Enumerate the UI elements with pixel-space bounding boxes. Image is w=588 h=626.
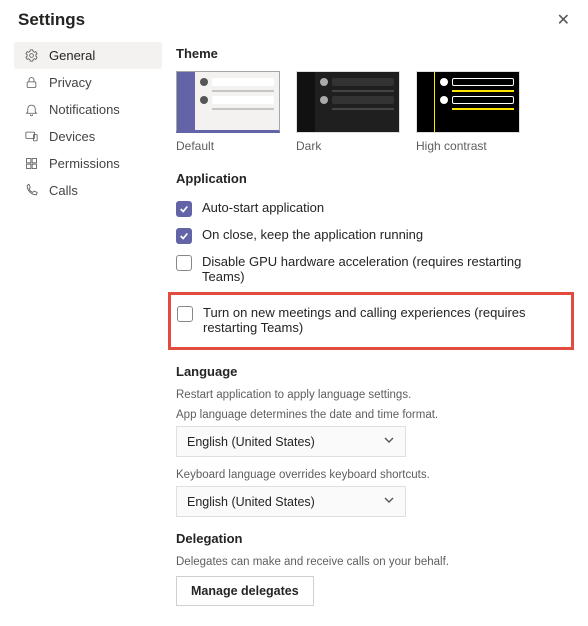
sidebar-item-general[interactable]: General	[14, 42, 162, 69]
settings-sidebar: General Privacy Notifications Devices Pe…	[0, 36, 170, 626]
checkbox-unchecked-icon	[177, 306, 193, 322]
theme-label: High contrast	[416, 139, 520, 153]
sidebar-item-notifications[interactable]: Notifications	[14, 96, 162, 123]
checkbox-row-disablegpu[interactable]: Disable GPU hardware acceleration (requi…	[176, 250, 564, 290]
checkbox-label: Turn on new meetings and calling experie…	[203, 305, 563, 335]
checkbox-checked-icon	[176, 228, 192, 244]
close-icon[interactable]: ✕	[557, 10, 570, 30]
keyboard-language-select[interactable]: English (United States)	[176, 486, 406, 517]
language-section-title: Language	[176, 364, 564, 379]
checkbox-checked-icon	[176, 201, 192, 217]
theme-label: Default	[176, 139, 280, 153]
delegation-section-title: Delegation	[176, 531, 564, 546]
sidebar-item-label: Privacy	[49, 75, 92, 90]
chevron-down-icon	[383, 434, 395, 449]
theme-option-dark[interactable]: Dark	[296, 71, 400, 153]
phone-icon	[24, 183, 39, 198]
theme-option-highcontrast[interactable]: High contrast	[416, 71, 520, 153]
language-restart-note: Restart application to apply language se…	[176, 389, 564, 401]
app-language-select[interactable]: English (United States)	[176, 426, 406, 457]
sidebar-item-privacy[interactable]: Privacy	[14, 69, 162, 96]
lock-icon	[24, 75, 39, 90]
application-section-title: Application	[176, 171, 564, 186]
sidebar-item-devices[interactable]: Devices	[14, 123, 162, 150]
theme-section-title: Theme	[176, 46, 564, 61]
sidebar-item-label: General	[49, 48, 95, 63]
sidebar-item-label: Devices	[49, 129, 95, 144]
gear-icon	[24, 48, 39, 63]
theme-preview-default	[176, 71, 280, 133]
keyboard-language-note: Keyboard language overrides keyboard sho…	[176, 469, 564, 481]
sidebar-item-permissions[interactable]: Permissions	[14, 150, 162, 177]
app-language-note: App language determines the date and tim…	[176, 409, 564, 421]
manage-delegates-button[interactable]: Manage delegates	[176, 576, 314, 606]
checkbox-unchecked-icon	[176, 255, 192, 271]
theme-label: Dark	[296, 139, 400, 153]
delegation-note: Delegates can make and receive calls on …	[176, 556, 564, 568]
checkbox-label: Auto-start application	[202, 200, 324, 215]
sidebar-item-label: Permissions	[49, 156, 120, 171]
checkbox-row-autostart[interactable]: Auto-start application	[176, 196, 564, 223]
theme-option-default[interactable]: Default	[176, 71, 280, 153]
select-value: English (United States)	[187, 435, 315, 449]
select-value: English (United States)	[187, 495, 315, 509]
page-title: Settings	[18, 10, 85, 30]
highlight-annotation: Turn on new meetings and calling experie…	[168, 292, 574, 350]
checkbox-row-onclose[interactable]: On close, keep the application running	[176, 223, 564, 250]
theme-preview-highcontrast	[416, 71, 520, 133]
sidebar-item-label: Calls	[49, 183, 78, 198]
permissions-icon	[24, 156, 39, 171]
sidebar-item-calls[interactable]: Calls	[14, 177, 162, 204]
devices-icon	[24, 129, 39, 144]
checkbox-label: Disable GPU hardware acceleration (requi…	[202, 254, 564, 284]
bell-icon	[24, 102, 39, 117]
checkbox-label: On close, keep the application running	[202, 227, 423, 242]
checkbox-row-newmeetings[interactable]: Turn on new meetings and calling experie…	[177, 301, 563, 341]
sidebar-item-label: Notifications	[49, 102, 120, 117]
theme-preview-dark	[296, 71, 400, 133]
chevron-down-icon	[383, 494, 395, 509]
